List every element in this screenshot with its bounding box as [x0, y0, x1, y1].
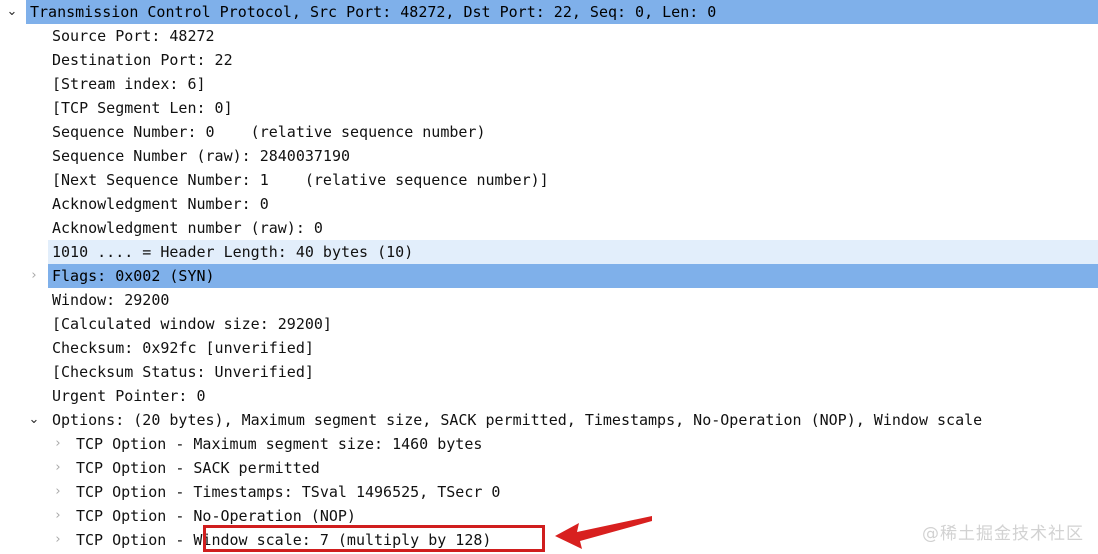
tree-row[interactable]: [TCP Segment Len: 0] [0, 96, 1098, 120]
tree-row-label: TCP Option - No-Operation (NOP) [76, 507, 356, 525]
chevron-right-icon[interactable]: › [50, 432, 66, 456]
tree-row[interactable]: Acknowledgment number (raw): 0 [0, 216, 1098, 240]
tree-row-label: [Checksum Status: Unverified] [52, 363, 314, 381]
tree-row-label: [Calculated window size: 29200] [52, 315, 332, 333]
tree-row[interactable]: Checksum: 0x92fc [unverified] [0, 336, 1098, 360]
tree-row[interactable]: › Flags: 0x002 (SYN) [0, 264, 1098, 288]
tree-row-label: TCP Option - Window scale: 7 (multiply b… [76, 531, 492, 549]
tree-row[interactable]: 1010 .... = Header Length: 40 bytes (10) [0, 240, 1098, 264]
tree-row[interactable]: [Next Sequence Number: 1 (relative seque… [0, 168, 1098, 192]
tree-row[interactable]: › TCP Option - Maximum segment size: 1460… [0, 432, 1098, 456]
tree-row-label: [TCP Segment Len: 0] [52, 99, 233, 117]
tree-row-label: Acknowledgment number (raw): 0 [52, 219, 323, 237]
tree-row[interactable]: Sequence Number (raw): 2840037190 [0, 144, 1098, 168]
tree-row[interactable]: Sequence Number: 0 (relative sequence nu… [0, 120, 1098, 144]
wireshark-packet-detail-pane: ⌄ Transmission Control Protocol, Src Por… [0, 0, 1098, 554]
tree-row-label: [Next Sequence Number: 1 (relative seque… [52, 171, 549, 189]
tree-row[interactable]: › TCP Option - Timestamps: TSval 1496525,… [0, 480, 1098, 504]
protocol-summary-label: Transmission Control Protocol, Src Port:… [30, 3, 717, 21]
tree-row-label: TCP Option - SACK permitted [76, 459, 320, 477]
tree-row-label: Sequence Number (raw): 2840037190 [52, 147, 351, 165]
tree-row-label: Source Port: 48272 [52, 27, 215, 45]
tree-row-label: [Stream index: 6] [52, 75, 206, 93]
chevron-right-icon[interactable]: › [50, 528, 66, 552]
tree-row-protocol-summary[interactable]: ⌄ Transmission Control Protocol, Src Por… [0, 0, 1098, 24]
tree-row-label: Flags: 0x002 (SYN) [52, 267, 215, 285]
tree-row-label: Urgent Pointer: 0 [52, 387, 206, 405]
tree-row-label: TCP Option - Timestamps: TSval 1496525, … [76, 483, 501, 501]
chevron-down-icon[interactable]: ⌄ [4, 0, 20, 24]
tree-row[interactable]: Window: 29200 [0, 288, 1098, 312]
chevron-right-icon[interactable]: › [50, 504, 66, 528]
tree-row[interactable]: Acknowledgment Number: 0 [0, 192, 1098, 216]
chevron-right-icon[interactable]: › [26, 264, 42, 288]
tree-row[interactable]: ⌄ Options: (20 bytes), Maximum segment si… [0, 408, 1098, 432]
chevron-down-icon[interactable]: ⌄ [26, 408, 42, 432]
tree-row[interactable]: [Calculated window size: 29200] [0, 312, 1098, 336]
tree-row-label: 1010 .... = Header Length: 40 bytes (10) [52, 243, 414, 261]
tree-row[interactable]: [Stream index: 6] [0, 72, 1098, 96]
tree-row-label: Options: (20 bytes), Maximum segment siz… [52, 411, 983, 429]
tree-row[interactable]: [Checksum Status: Unverified] [0, 360, 1098, 384]
tree-row-label: Destination Port: 22 [52, 51, 233, 69]
watermark-text: @稀土掘金技术社区 [922, 524, 1084, 544]
tree-row[interactable]: Source Port: 48272 [0, 24, 1098, 48]
tree-row[interactable]: Urgent Pointer: 0 [0, 384, 1098, 408]
chevron-right-icon[interactable]: › [50, 456, 66, 480]
chevron-right-icon[interactable]: › [50, 480, 66, 504]
tree-row-label: Sequence Number: 0 (relative sequence nu… [52, 123, 486, 141]
tree-row-label: TCP Option - Maximum segment size: 1460 … [76, 435, 483, 453]
tree-row-container: Source Port: 48272 Destination Port: 22 [S… [0, 24, 1098, 552]
tree-row[interactable]: Destination Port: 22 [0, 48, 1098, 72]
packet-detail-tree[interactable]: ⌄ Transmission Control Protocol, Src Por… [0, 0, 1098, 552]
tree-row[interactable]: › TCP Option - SACK permitted [0, 456, 1098, 480]
tree-row-label: Window: 29200 [52, 291, 170, 309]
tree-row-label: Checksum: 0x92fc [unverified] [52, 339, 314, 357]
tree-row-label: Acknowledgment Number: 0 [52, 195, 269, 213]
